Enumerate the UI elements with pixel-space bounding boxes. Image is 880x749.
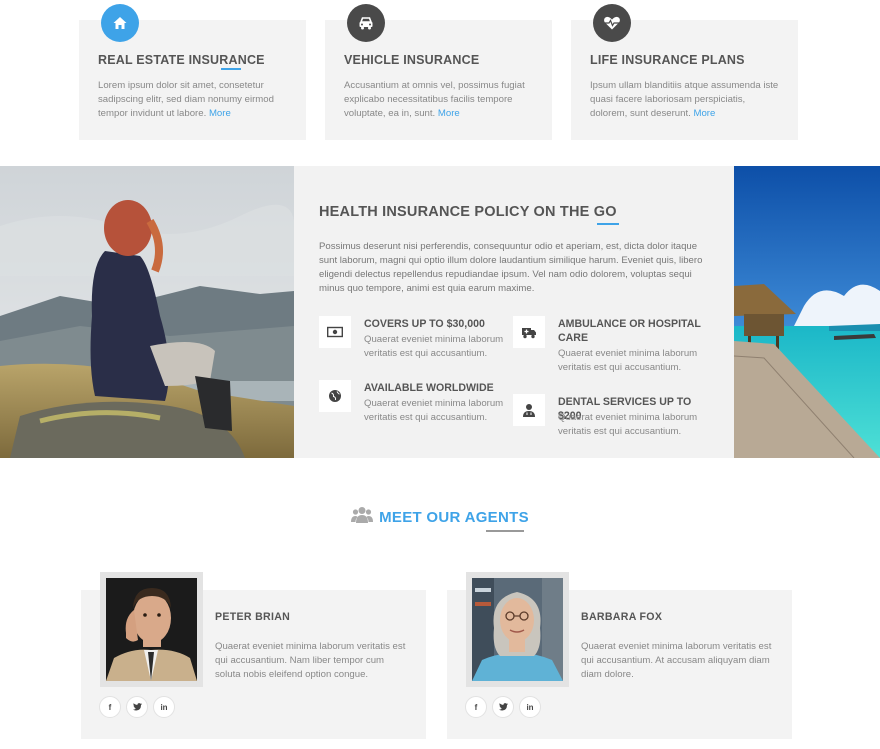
- title-underline: [486, 530, 524, 532]
- card-title: LIFE INSURANCE PLANS: [590, 53, 745, 67]
- linkedin-icon[interactable]: in: [519, 696, 541, 718]
- service-card-vehicle: VEHICLE INSURANCE Accusantium at omnis v…: [325, 4, 552, 140]
- linkedin-icon[interactable]: in: [153, 696, 175, 718]
- more-link[interactable]: More: [209, 108, 231, 119]
- twitter-icon[interactable]: [126, 696, 148, 718]
- home-icon: [101, 4, 139, 42]
- agent-photo: [472, 578, 563, 681]
- ambulance-icon: [513, 316, 545, 348]
- more-link[interactable]: More: [693, 108, 715, 119]
- service-card-real-estate: REAL ESTATE INSURANCE Lorem ipsum dolor …: [79, 4, 306, 140]
- agent-card: BARBARA FOX Quaerat eveniet minima labor…: [447, 572, 792, 739]
- money-icon: [319, 316, 351, 348]
- agent-name: PETER BRIAN: [215, 611, 291, 623]
- twitter-icon[interactable]: [492, 696, 514, 718]
- card-title: REAL ESTATE INSURANCE: [98, 53, 265, 67]
- agents-heading: MEET OUR AGENTS: [0, 506, 880, 529]
- card-text: Accusantium at omnis vel, possimus fugia…: [344, 80, 525, 119]
- title-underline: [597, 223, 619, 225]
- health-description: Possimus deserunt nisi perferendis, cons…: [319, 241, 703, 294]
- section-title: MEET OUR AGENTS: [379, 509, 529, 526]
- card-text: Ipsum ullam blanditiis atque assumenda i…: [590, 80, 779, 119]
- more-link[interactable]: More: [438, 108, 460, 119]
- agent-photo-frame: [466, 572, 569, 687]
- agent-socials: f in: [465, 696, 541, 718]
- feature-text: Quaerat eveniet minima laborum veritatis…: [364, 398, 504, 423]
- heartbeat-icon: [593, 4, 631, 42]
- health-title: HEALTH INSURANCE POLICY ON THE GO: [319, 204, 617, 220]
- agent-card: PETER BRIAN Quaerat eveniet minima labor…: [81, 572, 426, 739]
- facebook-icon[interactable]: f: [465, 696, 487, 718]
- health-section: HEALTH INSURANCE POLICY ON THE GO Possim…: [0, 166, 880, 458]
- beach-pier-photo: [734, 166, 880, 458]
- card-title: VEHICLE INSURANCE: [344, 53, 480, 67]
- agent-photo: [106, 578, 197, 681]
- feature-title: COVERS UP TO $30,000: [364, 318, 485, 330]
- agent-name: BARBARA FOX: [581, 611, 663, 623]
- facebook-icon[interactable]: f: [99, 696, 121, 718]
- agent-bio: Quaerat eveniet minima laborum veritatis…: [215, 641, 406, 680]
- feature-text: Quaerat eveniet minima laborum veritatis…: [364, 334, 504, 359]
- car-icon: [347, 4, 385, 42]
- title-underline: [221, 68, 241, 70]
- feature-text: Quaerat eveniet minima laborum veritatis…: [558, 412, 698, 437]
- doctor-icon: [513, 394, 545, 426]
- feature-text: Quaerat eveniet minima laborum veritatis…: [558, 348, 698, 373]
- service-card-life: LIFE INSURANCE PLANS Ipsum ullam blandit…: [571, 4, 798, 140]
- card-text: Lorem ipsum dolor sit amet, consetetur s…: [98, 80, 274, 119]
- globe-icon: [319, 380, 351, 412]
- agent-bio: Quaerat eveniet minima laborum veritatis…: [581, 641, 772, 680]
- agent-photo-frame: [100, 572, 203, 687]
- feature-title: AVAILABLE WORLDWIDE: [364, 382, 494, 394]
- agent-socials: f in: [99, 696, 175, 718]
- users-icon: [351, 506, 374, 529]
- feature-title: AMBULANCE OR HOSPITAL CARE: [558, 318, 701, 344]
- woman-on-rock-photo: [0, 166, 294, 458]
